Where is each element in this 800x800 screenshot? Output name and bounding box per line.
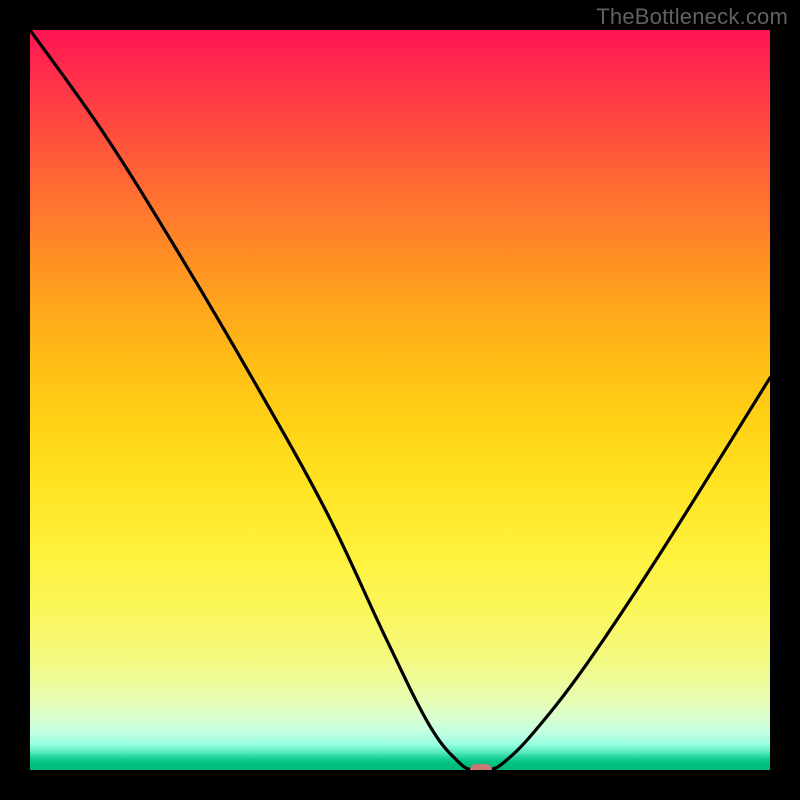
watermark-text: TheBottleneck.com	[596, 4, 788, 30]
optimal-marker	[470, 764, 492, 770]
plot-area	[30, 30, 770, 770]
bottleneck-curve	[30, 30, 770, 770]
